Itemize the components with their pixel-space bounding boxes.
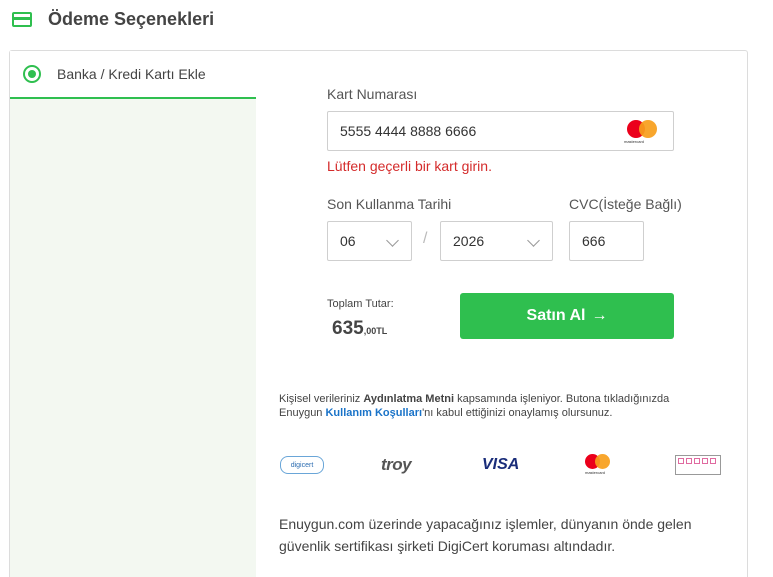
legal-text-part: Kişisel verileriniz bbox=[279, 393, 364, 405]
buy-button-label: Satın Al bbox=[526, 307, 586, 324]
arrow-right-icon: → bbox=[591, 307, 608, 324]
total-label: Toplam Tutar: bbox=[327, 298, 394, 310]
mastercard-icon: mastercard bbox=[624, 120, 659, 144]
radio-selected-icon[interactable] bbox=[23, 65, 41, 83]
cvc-label: CVC(İsteğe Bağlı) bbox=[569, 196, 682, 212]
sidebar-background bbox=[10, 99, 256, 577]
cvc-value: 666 bbox=[582, 233, 606, 249]
tab-card-payment[interactable]: Banka / Kredi Kartı Ekle bbox=[10, 51, 256, 99]
total-amount: 635 ,00TL bbox=[332, 318, 387, 340]
expiry-year-select[interactable]: 2026 bbox=[440, 221, 553, 261]
card-number-label: Kart Numarası bbox=[327, 86, 418, 102]
chevron-down-icon bbox=[527, 234, 540, 247]
page-header: Ödeme Seçenekleri bbox=[12, 6, 214, 32]
terms-link[interactable]: Kullanım Koşulları bbox=[325, 407, 422, 419]
privacy-notice-link[interactable]: Aydınlatma Metni bbox=[363, 393, 454, 405]
legal-text-part: 'nı kabul ettiğinizi onaylamış olursunuz… bbox=[422, 407, 613, 419]
page-title: Ödeme Seçenekleri bbox=[48, 8, 215, 29]
total-amount-decimal: ,00TL bbox=[363, 326, 388, 336]
expiry-year-value: 2026 bbox=[453, 233, 485, 249]
buy-button[interactable]: Satın Al → bbox=[460, 293, 674, 339]
troy-logo: troy bbox=[381, 455, 412, 474]
card-error-message: Lütfen geçerli bir kart girin. bbox=[327, 158, 492, 174]
visa-logo: VISA bbox=[482, 456, 520, 473]
expiry-month-select[interactable]: 06 bbox=[327, 221, 412, 261]
mastercard-logo: mastercard bbox=[585, 454, 613, 476]
digicert-logo: digicert bbox=[280, 456, 324, 474]
card-number-value: 5555 4444 8888 6666 bbox=[340, 123, 477, 139]
cvc-input[interactable]: 666 bbox=[569, 221, 644, 261]
card-number-input[interactable]: 5555 4444 8888 6666 mastercard bbox=[327, 111, 674, 151]
expiry-month-value: 06 bbox=[340, 233, 356, 249]
total-amount-main: 635 bbox=[332, 318, 364, 339]
chevron-down-icon bbox=[386, 234, 399, 247]
credit-card-icon bbox=[12, 11, 32, 27]
security-footer-text: Enuygun.com üzerinde yapacağınız işlemle… bbox=[279, 516, 692, 554]
expiry-label: Son Kullanma Tarihi bbox=[327, 196, 452, 212]
legal-text: Kişisel verileriniz Aydınlatma Metni kap… bbox=[279, 392, 689, 420]
trust-seal-icon bbox=[675, 455, 721, 475]
tab-label: Banka / Kredi Kartı Ekle bbox=[57, 66, 206, 82]
expiry-separator: / bbox=[423, 230, 428, 247]
